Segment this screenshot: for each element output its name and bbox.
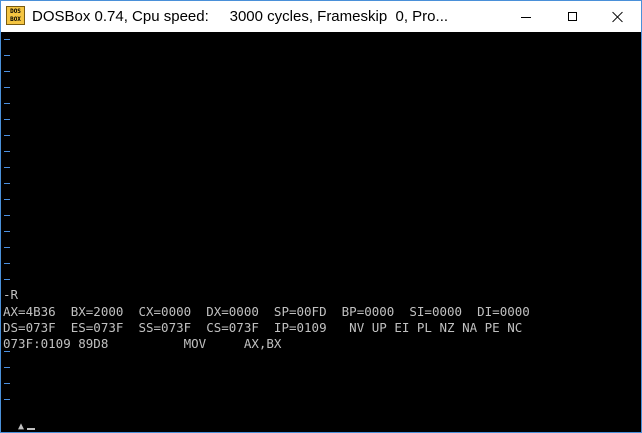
prompt-marker <box>4 55 10 56</box>
prompt-marker <box>4 119 10 120</box>
prompt-marker <box>4 87 10 88</box>
close-button[interactable] <box>595 1 641 32</box>
prompt-marker <box>4 231 10 232</box>
register-line-segments-flags: DS=073F ES=073F SS=073F CS=073F IP=0109 … <box>3 320 523 335</box>
debug-prompt-markers <box>4 32 10 432</box>
prompt-marker <box>4 215 10 216</box>
prompt-marker <box>4 103 10 104</box>
app-icon-line-2: BOX <box>10 16 21 23</box>
debug-command-line: -R <box>3 287 19 302</box>
close-icon <box>612 11 624 23</box>
prompt-marker <box>4 247 10 248</box>
prompt-marker <box>4 151 10 152</box>
prompt-marker <box>4 399 10 400</box>
prompt-marker <box>4 135 10 136</box>
maximize-icon <box>567 12 577 21</box>
disassembly-line: 073F:0109 89D8 MOV AX,BX <box>3 336 282 351</box>
maximize-button[interactable] <box>549 1 595 32</box>
prompt-marker <box>4 39 10 40</box>
prompt-marker <box>4 183 10 184</box>
prompt-marker <box>4 383 10 384</box>
dosbox-window: DOS BOX DOSBox 0.74, Cpu speed: 3000 cyc… <box>0 0 642 433</box>
dosbox-app-icon[interactable]: DOS BOX <box>6 6 25 25</box>
title-bar[interactable]: DOS BOX DOSBox 0.74, Cpu speed: 3000 cyc… <box>1 1 641 32</box>
register-line-general: AX=4B36 BX=2000 CX=0000 DX=0000 SP=00FD … <box>3 304 530 319</box>
prompt-marker <box>4 279 10 280</box>
dos-screen[interactable]: -R AX=4B36 BX=2000 CX=0000 DX=0000 SP=00… <box>1 32 641 432</box>
cursor-arrow-icon: ▲ <box>18 421 25 432</box>
minimize-icon <box>521 17 531 18</box>
prompt-marker <box>4 71 10 72</box>
text-cursor <box>27 428 35 430</box>
prompt-marker <box>4 263 10 264</box>
prompt-marker <box>4 167 10 168</box>
prompt-marker <box>4 199 10 200</box>
minimize-button[interactable] <box>503 1 549 32</box>
window-title: DOSBox 0.74, Cpu speed: 3000 cycles, Fra… <box>32 8 449 25</box>
prompt-marker <box>4 367 10 368</box>
app-icon-line-1: DOS <box>10 8 21 15</box>
